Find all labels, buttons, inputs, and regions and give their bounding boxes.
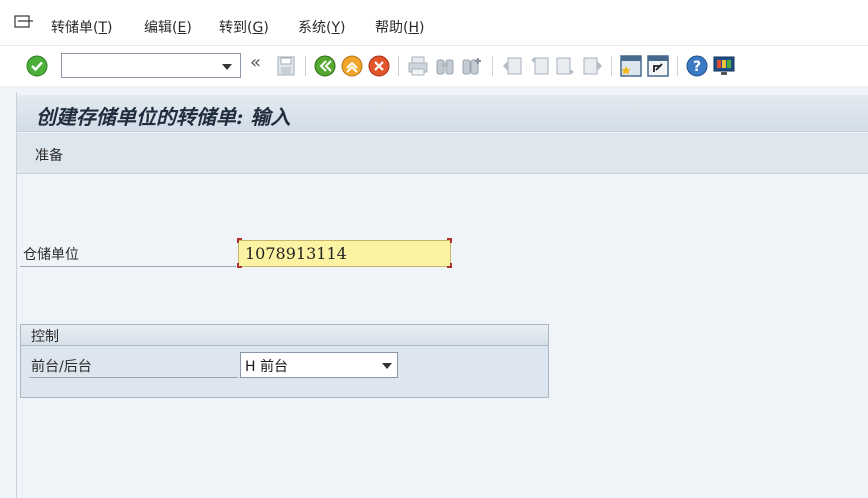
collapse-command-icon[interactable]: « [250, 52, 261, 73]
control-group-header [20, 324, 549, 346]
menu-bar [0, 0, 868, 46]
command-field[interactable] [61, 53, 241, 78]
menu-goto-accel: G [252, 20, 264, 36]
help-icon[interactable]: ? [685, 54, 709, 78]
save-icon[interactable] [274, 54, 298, 78]
next-page-icon[interactable] [554, 54, 578, 78]
exit-icon[interactable] [340, 54, 364, 78]
menu-edit-label: 编辑 [144, 20, 172, 36]
toolbar-separator [398, 56, 399, 76]
customize-layout-icon[interactable] [712, 54, 736, 78]
menu-transfer-order-accel: T [98, 20, 108, 36]
cancel-icon[interactable] [367, 54, 391, 78]
command-input[interactable] [66, 55, 216, 76]
chevron-down-icon[interactable] [382, 363, 392, 369]
print-icon[interactable] [406, 54, 430, 78]
preparation-button[interactable]: 准备 [35, 145, 63, 165]
first-page-icon[interactable] [500, 54, 524, 78]
back-icon[interactable] [313, 54, 337, 78]
toolbar-separator [305, 56, 306, 76]
page-title: 创建存储单位的转储单: 输入 [36, 105, 291, 129]
toolbar-separator [611, 56, 612, 76]
shortcut-icon[interactable] [646, 54, 670, 78]
menu-help-accel: H [408, 20, 419, 36]
svg-text:?: ? [693, 59, 701, 75]
required-marker [447, 238, 452, 243]
toolbar-separator [677, 56, 678, 76]
storage-unit-input[interactable] [239, 241, 439, 266]
menu-system-accel: Y [331, 20, 341, 36]
foreground-background-value: H 前台 [245, 359, 288, 375]
previous-page-icon[interactable] [527, 54, 551, 78]
required-marker [237, 238, 242, 243]
last-page-icon[interactable] [581, 54, 605, 78]
menu-system[interactable]: 系统(Y) [298, 17, 346, 37]
foreground-background-label: 前台/后台 [31, 359, 92, 375]
storage-unit-field[interactable] [238, 240, 451, 267]
menu-edit-accel: E [177, 20, 187, 36]
label-underline [20, 266, 236, 267]
enter-icon[interactable] [25, 54, 49, 78]
find-next-icon[interactable] [460, 54, 484, 78]
menu-transfer-order-label: 转储单 [51, 20, 93, 36]
find-icon[interactable] [433, 54, 457, 78]
command-dropdown-icon[interactable] [222, 64, 232, 70]
new-session-icon[interactable] [619, 54, 643, 78]
menu-transfer-order[interactable]: 转储单(T) [51, 17, 113, 37]
required-marker [237, 263, 242, 268]
menu-edit[interactable]: 编辑(E) [144, 17, 192, 37]
required-marker [447, 263, 452, 268]
menu-help[interactable]: 帮助(H) [375, 17, 424, 37]
control-group-title: 控制 [31, 329, 59, 345]
menu-goto[interactable]: 转到(G) [219, 17, 269, 37]
application-toolbar [17, 133, 868, 174]
menu-help-label: 帮助 [375, 20, 403, 36]
toolbar-separator [492, 56, 493, 76]
menu-goto-label: 转到 [219, 20, 247, 36]
storage-unit-label: 仓储单位 [23, 247, 79, 263]
menu-system-label: 系统 [298, 20, 326, 36]
menu-icon[interactable] [14, 15, 34, 31]
label-underline [29, 377, 238, 378]
